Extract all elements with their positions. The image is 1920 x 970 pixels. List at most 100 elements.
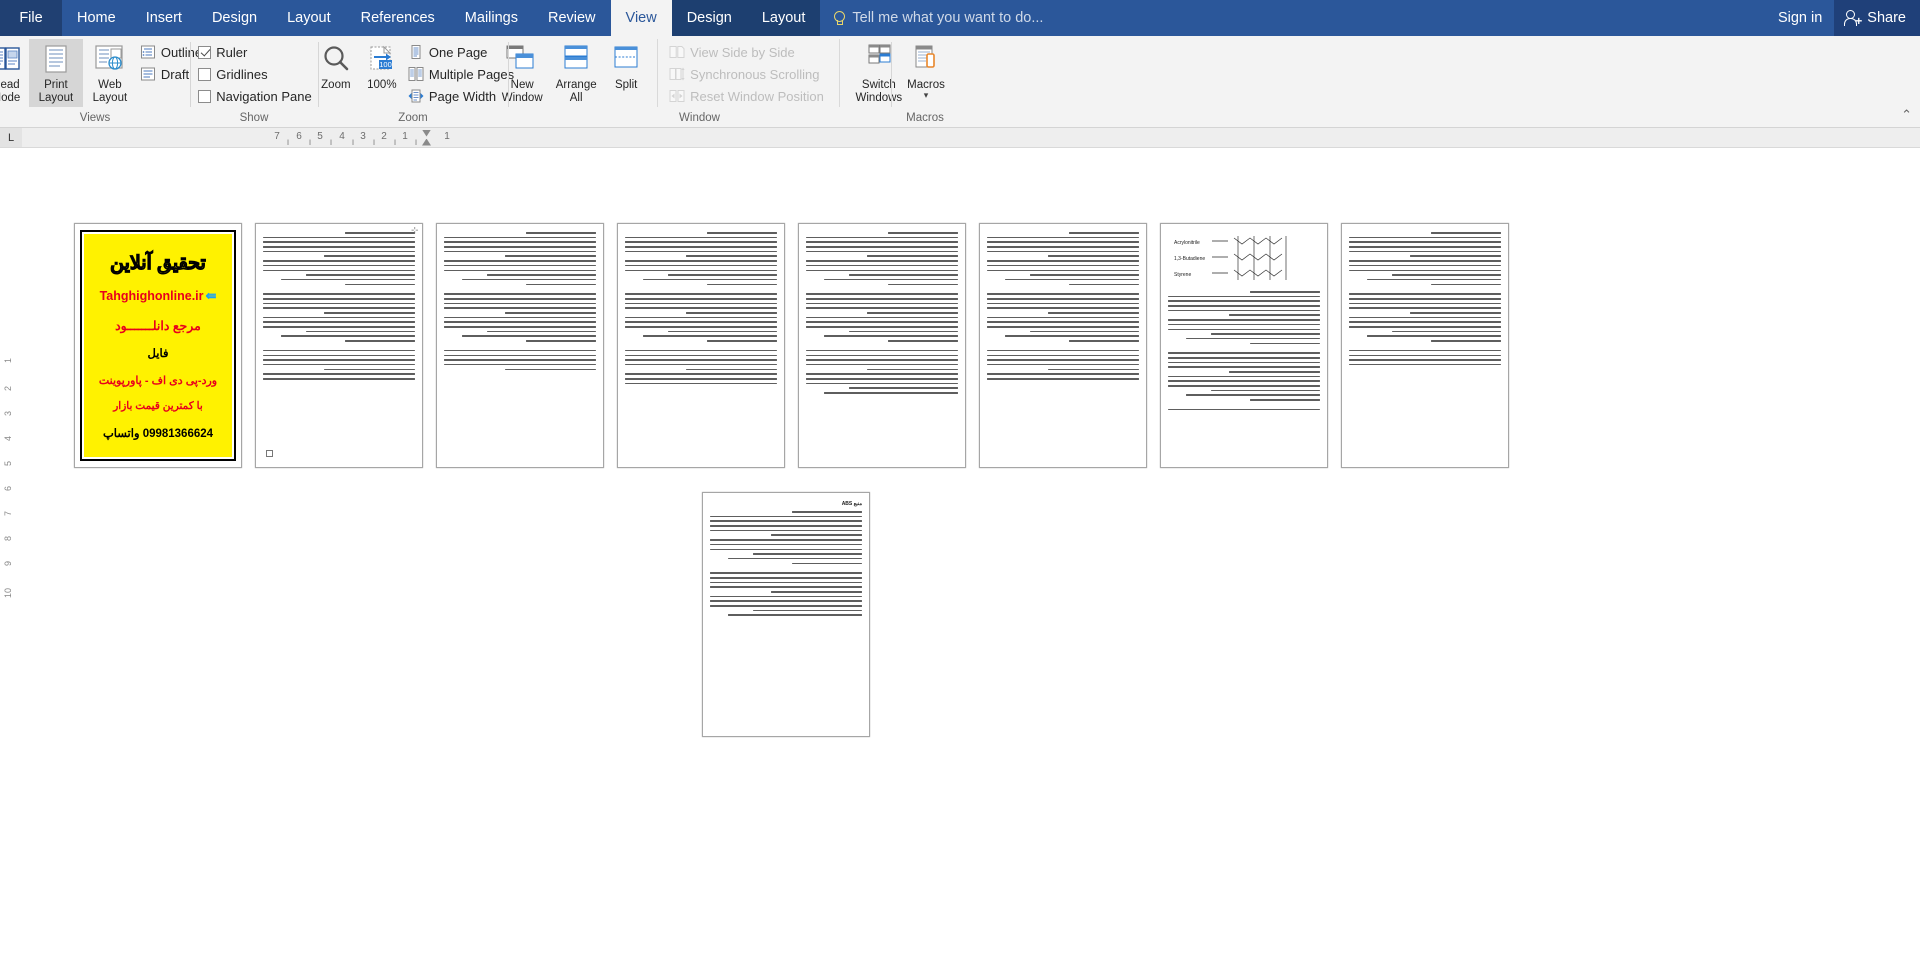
- sign-in-button[interactable]: Sign in: [1766, 0, 1834, 36]
- horizontal-ruler[interactable]: 7 ı 6 ı 5 ı 4 ı 3 ı 2 ı 1 ı 1: [24, 129, 1920, 148]
- ruler-tick: ı: [372, 136, 376, 148]
- document-text-line: [987, 354, 1139, 357]
- new-window-label: New Window: [501, 79, 543, 104]
- navigation-pane-checkbox-row[interactable]: Navigation Pane: [195, 85, 316, 107]
- document-text-line: [625, 359, 777, 361]
- view-side-by-side-button[interactable]: View Side by Side: [666, 41, 829, 63]
- document-page-3[interactable]: [436, 223, 604, 468]
- ruler-checkbox-row[interactable]: Ruler: [195, 41, 316, 63]
- new-window-button[interactable]: New Window: [495, 39, 549, 107]
- read-mode-label: Read Mode: [0, 79, 21, 104]
- ruler-tick: ı: [308, 136, 312, 148]
- document-text-line: [444, 326, 596, 328]
- tab-references[interactable]: References: [346, 0, 450, 36]
- tab-review[interactable]: Review: [533, 0, 611, 36]
- gridlines-checkbox-row[interactable]: Gridlines: [195, 63, 316, 85]
- document-text-line: [1349, 363, 1501, 366]
- document-page-5[interactable]: [798, 223, 966, 468]
- lightbulb-icon: [832, 10, 846, 26]
- first-line-indent-marker[interactable]: [422, 129, 431, 137]
- document-page-4[interactable]: [617, 223, 785, 468]
- reset-window-position-label: Reset Window Position: [690, 88, 824, 104]
- document-page-7[interactable]: Acrylonitrile 1,3-Butadiene Styrene: [1160, 223, 1328, 468]
- page-6-content: [987, 232, 1139, 459]
- collapse-ribbon-button[interactable]: ⌃: [1901, 107, 1912, 123]
- macros-button[interactable]: Macros ▾: [900, 39, 952, 101]
- document-text-line: [806, 382, 958, 385]
- document-text-line: [1168, 366, 1320, 368]
- tab-layout[interactable]: Layout: [272, 0, 346, 36]
- ruler-tick: ı: [351, 136, 355, 148]
- ad-formats-line: ورد-پی دی اف - پاورپوینت: [98, 374, 218, 387]
- hanging-indent-marker[interactable]: [422, 138, 431, 146]
- advertisement-yellow-area: تحقیق آنلاین Tahghighonline.ir ⇚ مرجع دا…: [84, 234, 232, 457]
- tab-insert[interactable]: Insert: [131, 0, 197, 36]
- object-anchor-handle[interactable]: ⊹: [411, 226, 420, 235]
- synchronous-scrolling-button[interactable]: Synchronous Scrolling: [666, 63, 829, 85]
- side-by-side-icon: [669, 44, 685, 60]
- document-text-line: [1168, 300, 1320, 302]
- document-text-line: [643, 278, 777, 281]
- document-text-line: [323, 255, 415, 258]
- document-page-6[interactable]: [979, 223, 1147, 468]
- document-text-line: [987, 307, 1139, 309]
- document-page-8[interactable]: [1341, 223, 1509, 468]
- document-canvas[interactable]: 1 2 3 4 5 6 7 8 9 10 تحقیق آنلاین Tahghi…: [0, 148, 1920, 969]
- document-text-line: [710, 529, 862, 532]
- vruler-num-8: 8: [3, 536, 13, 542]
- read-mode-button[interactable]: Read Mode: [0, 39, 29, 107]
- document-text-line: [1168, 319, 1320, 321]
- pages-row-2: منبع ABS: [0, 468, 1920, 737]
- pages-row-1: تحقیق آنلاین Tahghighonline.ir ⇚ مرجع دا…: [0, 148, 1920, 468]
- document-page-2[interactable]: ⊹: [255, 223, 423, 468]
- print-layout-button[interactable]: Print Layout: [28, 39, 83, 107]
- document-text-line: [806, 377, 958, 380]
- document-text-line: [1168, 305, 1320, 307]
- document-text-line: [987, 349, 1139, 352]
- navigation-pane-checkbox[interactable]: [198, 89, 212, 103]
- split-button[interactable]: Split: [603, 39, 649, 94]
- document-text-line: [625, 260, 777, 262]
- ruler-checkbox[interactable]: [198, 45, 212, 59]
- document-text-line: [263, 373, 415, 375]
- document-text-line: [444, 260, 596, 262]
- zoom-100-button[interactable]: 100 100%: [359, 39, 405, 94]
- document-text-line: [710, 595, 862, 598]
- arrange-all-button[interactable]: Arrange All: [549, 39, 603, 107]
- ribbon: Read Mode Print Layout: [0, 36, 1920, 128]
- document-text-line: [848, 387, 958, 389]
- document-text-line: [1349, 349, 1501, 352]
- document-text-line: [707, 283, 777, 286]
- document-text-line: [667, 330, 777, 333]
- document-text-line: [263, 354, 415, 357]
- gridlines-checkbox[interactable]: [198, 67, 212, 81]
- tab-table-design[interactable]: Design: [671, 0, 747, 36]
- tab-table-layout[interactable]: Layout: [746, 0, 821, 36]
- tell-me-box[interactable]: Tell me what you want to do...: [820, 0, 1053, 36]
- vertical-ruler[interactable]: 1 2 3 4 5 6 7 8 9 10: [0, 148, 20, 969]
- read-mode-icon: [0, 42, 21, 76]
- magnifier-icon: [321, 42, 351, 76]
- tab-stop-selector[interactable]: L: [0, 128, 22, 147]
- zoom-button[interactable]: Zoom: [313, 39, 359, 94]
- web-layout-button[interactable]: Web Layout: [83, 39, 137, 107]
- ad-website-row[interactable]: Tahghighonline.ir ⇚: [100, 288, 217, 304]
- document-page-9[interactable]: منبع ABS: [702, 492, 870, 737]
- tab-home[interactable]: Home: [62, 0, 131, 36]
- document-page-1[interactable]: تحقیق آنلاین Tahghighonline.ir ⇚ مرجع دا…: [74, 223, 242, 468]
- zoom-label: Zoom: [321, 79, 351, 91]
- tab-view[interactable]: View: [610, 0, 672, 36]
- ruler-num-5: 5: [317, 130, 323, 142]
- document-text-line: [1168, 408, 1320, 411]
- document-text-line: [444, 264, 596, 267]
- show-checkbox-list: Ruler Gridlines Navigation Pane: [195, 39, 316, 107]
- document-text-line: [987, 293, 1139, 295]
- share-button[interactable]: + Share: [1834, 0, 1920, 36]
- macros-dropdown-arrow-icon[interactable]: ▾: [924, 91, 929, 100]
- reset-window-position-button[interactable]: Reset Window Position: [666, 85, 829, 107]
- document-text-line: [987, 297, 1139, 300]
- tab-design[interactable]: Design: [197, 0, 272, 36]
- document-text-line: [806, 349, 958, 352]
- tab-mailings[interactable]: Mailings: [450, 0, 533, 36]
- tab-file[interactable]: File: [0, 0, 62, 36]
